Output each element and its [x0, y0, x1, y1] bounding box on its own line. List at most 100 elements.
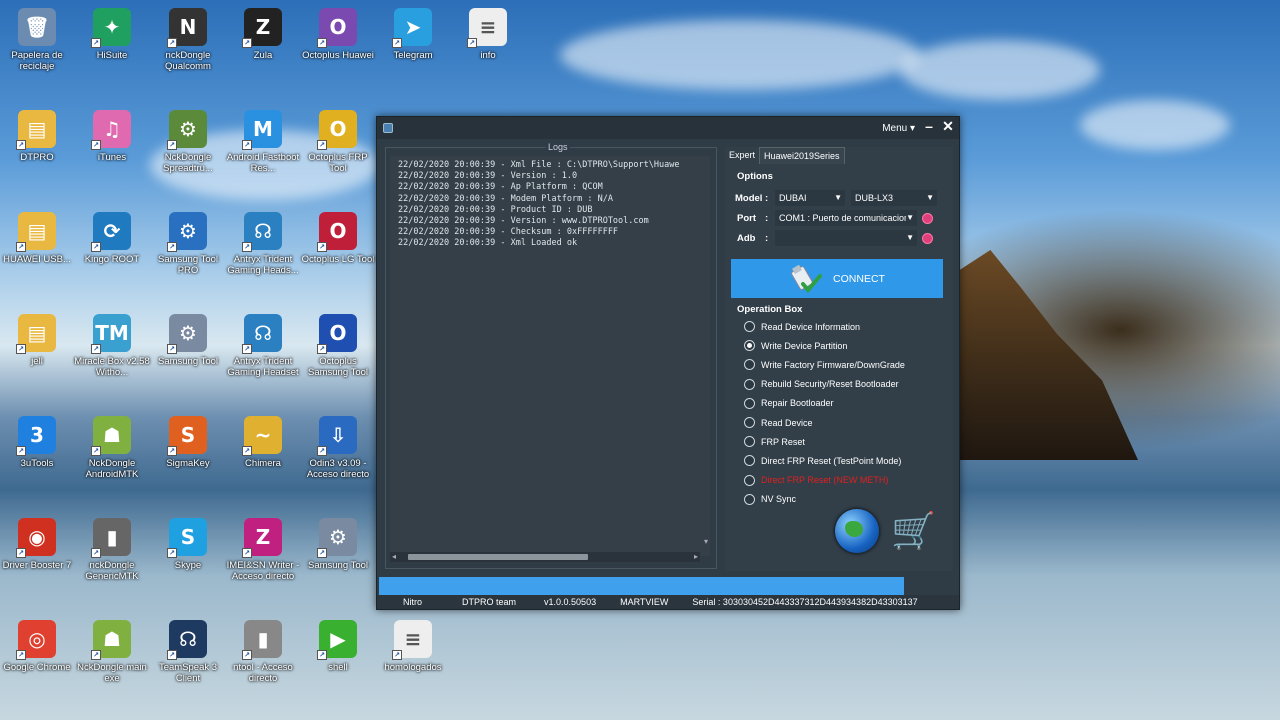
desktop-shortcut[interactable]: O ↗ Octoplus Huawei	[299, 8, 377, 61]
logs-horizontal-scrollbar[interactable]: ◂ ▸	[390, 552, 700, 562]
app-icon	[383, 123, 393, 133]
desktop-shortcut[interactable]: ⟳ ↗ Kingo ROOT	[73, 212, 151, 265]
shopping-cart-icon[interactable]: 🛒	[891, 509, 936, 553]
radio-button[interactable]	[744, 436, 755, 448]
operation-radio[interactable]: FRP Reset	[744, 436, 805, 448]
desktop-shortcut[interactable]: ▶ ↗ shell	[299, 620, 377, 673]
folder-icon: ▤ ↗	[16, 314, 56, 354]
scroll-thumb[interactable]	[408, 554, 588, 560]
desktop-shortcut[interactable]: S ↗ SigmaKey	[149, 416, 227, 469]
desktop-shortcut[interactable]: Z ↗ Zula	[224, 8, 302, 61]
progress-fill	[379, 577, 904, 595]
shortcut-arrow-icon: ↗	[16, 242, 26, 252]
scroll-right-icon[interactable]: ▸	[694, 552, 698, 561]
operation-radio[interactable]: Direct FRP Reset (TestPoint Mode)	[744, 455, 901, 467]
desktop-shortcut[interactable]: ☊ ↗ Antryx Trident Gaming Heads...	[224, 212, 302, 276]
port-label: Port	[737, 213, 756, 224]
adb-select[interactable]: ▼	[775, 230, 917, 246]
desktop-shortcut[interactable]: Z ↗ IMEI&SN Writer - Acceso directo	[224, 518, 302, 582]
minimize-button[interactable]: –	[921, 118, 937, 134]
close-button[interactable]: ✕	[940, 118, 956, 135]
radio-button[interactable]	[744, 340, 755, 352]
desktop-shortcut[interactable]: ▮ ↗ ntool - Acceso directo	[224, 620, 302, 684]
shortcut-arrow-icon: ↗	[242, 344, 252, 354]
desktop-shortcut[interactable]: ⚙ ↗ Samsung Tool	[149, 314, 227, 367]
radio-button[interactable]	[744, 321, 755, 332]
operation-radio[interactable]: Write Factory Firmware/DownGrade	[744, 359, 905, 371]
desktop-shortcut[interactable]: ♫ ↗ iTunes	[73, 110, 151, 163]
scroll-left-icon[interactable]: ◂	[392, 552, 396, 561]
radio-button[interactable]	[744, 474, 755, 486]
operation-radio[interactable]: Write Device Partition	[744, 340, 847, 352]
desktop-shortcut[interactable]: ⚙ ↗ Samsung Tool	[299, 518, 377, 571]
operation-radio[interactable]: Direct FRP Reset (NEW METH)	[744, 474, 888, 486]
desktop-shortcut[interactable]: S ↗ Skype	[149, 518, 227, 571]
desktop-shortcut-label: SigmaKey	[166, 458, 210, 469]
logs-textbox[interactable]: 22/02/2020 20:00:39 - Xml File : C:\DTPR…	[390, 156, 710, 556]
shortcut-arrow-icon: ↗	[242, 242, 252, 252]
desktop-shortcut[interactable]: ≡ ↗ info	[449, 8, 527, 61]
desktop-shortcut[interactable]: O ↗ Octoplus FRP Tool	[299, 110, 377, 174]
operation-radio[interactable]: NV Sync	[744, 493, 796, 505]
desktop-shortcut[interactable]: ~ ↗ Chimera	[224, 416, 302, 469]
desktop-shortcut[interactable]: M ↗ Android Fastboot Res...	[224, 110, 302, 174]
desktop-shortcut[interactable]: ◎ ↗ Google Chrome	[0, 620, 76, 673]
desktop-shortcut-label: Octoplus Samsung Tool	[307, 356, 369, 378]
operation-label: Read Device Information	[761, 321, 861, 332]
port-refresh-icon[interactable]	[922, 213, 933, 224]
desktop-shortcut[interactable]: ☊ ↗ Antryx Trident Gaming Headset	[224, 314, 302, 378]
desktop-shortcut[interactable]: ➤ ↗ Telegram	[374, 8, 452, 61]
operation-radio[interactable]: Rebuild Security/Reset Bootloader	[744, 378, 899, 390]
port-select[interactable]: COM1 : Puerto de comunicacion ▼	[775, 210, 917, 226]
desktop-shortcut[interactable]: 🗑 Papelera de reciclaje	[0, 8, 76, 72]
driver-booster-icon: ◉ ↗	[16, 518, 56, 558]
radio-button[interactable]	[744, 378, 755, 390]
chrome-icon: ◎ ↗	[16, 620, 56, 660]
desktop-shortcut[interactable]: ▮ ↗ nckDongle GenericMTK	[73, 518, 151, 582]
model-value: DUBAI	[779, 193, 807, 203]
tab-expert[interactable]: Expert	[725, 147, 759, 164]
operation-radio[interactable]: Read Device	[744, 417, 813, 428]
radio-button[interactable]	[744, 493, 755, 505]
adb-colon: :	[765, 233, 769, 244]
globe-icon[interactable]	[835, 509, 879, 553]
shortcut-arrow-icon: ↗	[317, 38, 327, 48]
desktop-shortcut[interactable]: ☗ ↗ NckDongle AndroidMTK	[73, 416, 151, 480]
title-bar[interactable]: Menu ▾ – ✕	[377, 117, 959, 139]
operation-radio[interactable]: Read Device Information	[744, 321, 860, 332]
radio-button[interactable]	[744, 397, 755, 409]
desktop-shortcut[interactable]: ☗ ↗ NckDongle main exe	[73, 620, 151, 684]
model-select[interactable]: DUBAI ▼	[775, 190, 845, 206]
shortcut-arrow-icon: ↗	[242, 650, 252, 660]
desktop-shortcut[interactable]: N ↗ nckDongle Qualcomm	[149, 8, 227, 72]
desktop-shortcut[interactable]: ✦ ↗ HiSuite	[73, 8, 151, 61]
desktop-shortcut[interactable]: ▤ ↗ jell	[0, 314, 76, 367]
desktop-shortcut[interactable]: ⚙ ↗ Samsung Tool PRO	[149, 212, 227, 276]
desktop-shortcut[interactable]: ⚙ ↗ NckDongle Spreadtru...	[149, 110, 227, 174]
radio-button[interactable]	[744, 417, 755, 428]
radio-button[interactable]	[744, 455, 755, 467]
desktop-shortcut[interactable]: ▤ ↗ DTPRO	[0, 110, 76, 163]
desktop-shortcut[interactable]: O ↗ Octoplus LG Tool	[299, 212, 377, 265]
radio-button[interactable]	[744, 359, 755, 371]
tab-huawei2019series[interactable]: Huawei2019Series	[759, 147, 845, 164]
text-file-icon: ≡ ↗	[392, 620, 432, 660]
connect-button[interactable]: CONNECT	[731, 259, 943, 298]
menu-button[interactable]: Menu ▾	[882, 123, 915, 134]
desktop-shortcut[interactable]: ≡ ↗ homologados	[374, 620, 452, 673]
desktop-shortcut[interactable]: ☊ ↗ TeamSpeak 3 Client	[149, 620, 227, 684]
desktop-shortcut[interactable]: TM ↗ Miracle Box v2.58 Witho...	[73, 314, 151, 378]
desktop-shortcut[interactable]: 3 ↗ 3uTools	[0, 416, 76, 469]
status-version: v1.0.0.50503	[544, 597, 597, 607]
variant-select[interactable]: DUB-LX3 ▼	[851, 190, 937, 206]
scroll-down-icon[interactable]: ▾	[704, 537, 708, 546]
adb-refresh-icon[interactable]	[922, 233, 933, 244]
operation-radio[interactable]: Repair Bootloader	[744, 397, 834, 409]
desktop-shortcut[interactable]: ▤ ↗ HUAWEI USB...	[0, 212, 76, 265]
desktop-shortcut[interactable]: ◉ ↗ Driver Booster 7	[0, 518, 76, 571]
shortcut-arrow-icon: ↗	[317, 242, 327, 252]
desktop-shortcut-label: Android Fastboot Res...	[226, 152, 300, 174]
desktop-shortcut[interactable]: ⇩ ↗ Odin3 v3.09 - Acceso directo	[299, 416, 377, 480]
desktop-shortcut[interactable]: O ↗ Octoplus Samsung Tool	[299, 314, 377, 378]
control-panel: Expert Huawei2019Series Options Model : …	[725, 147, 953, 571]
